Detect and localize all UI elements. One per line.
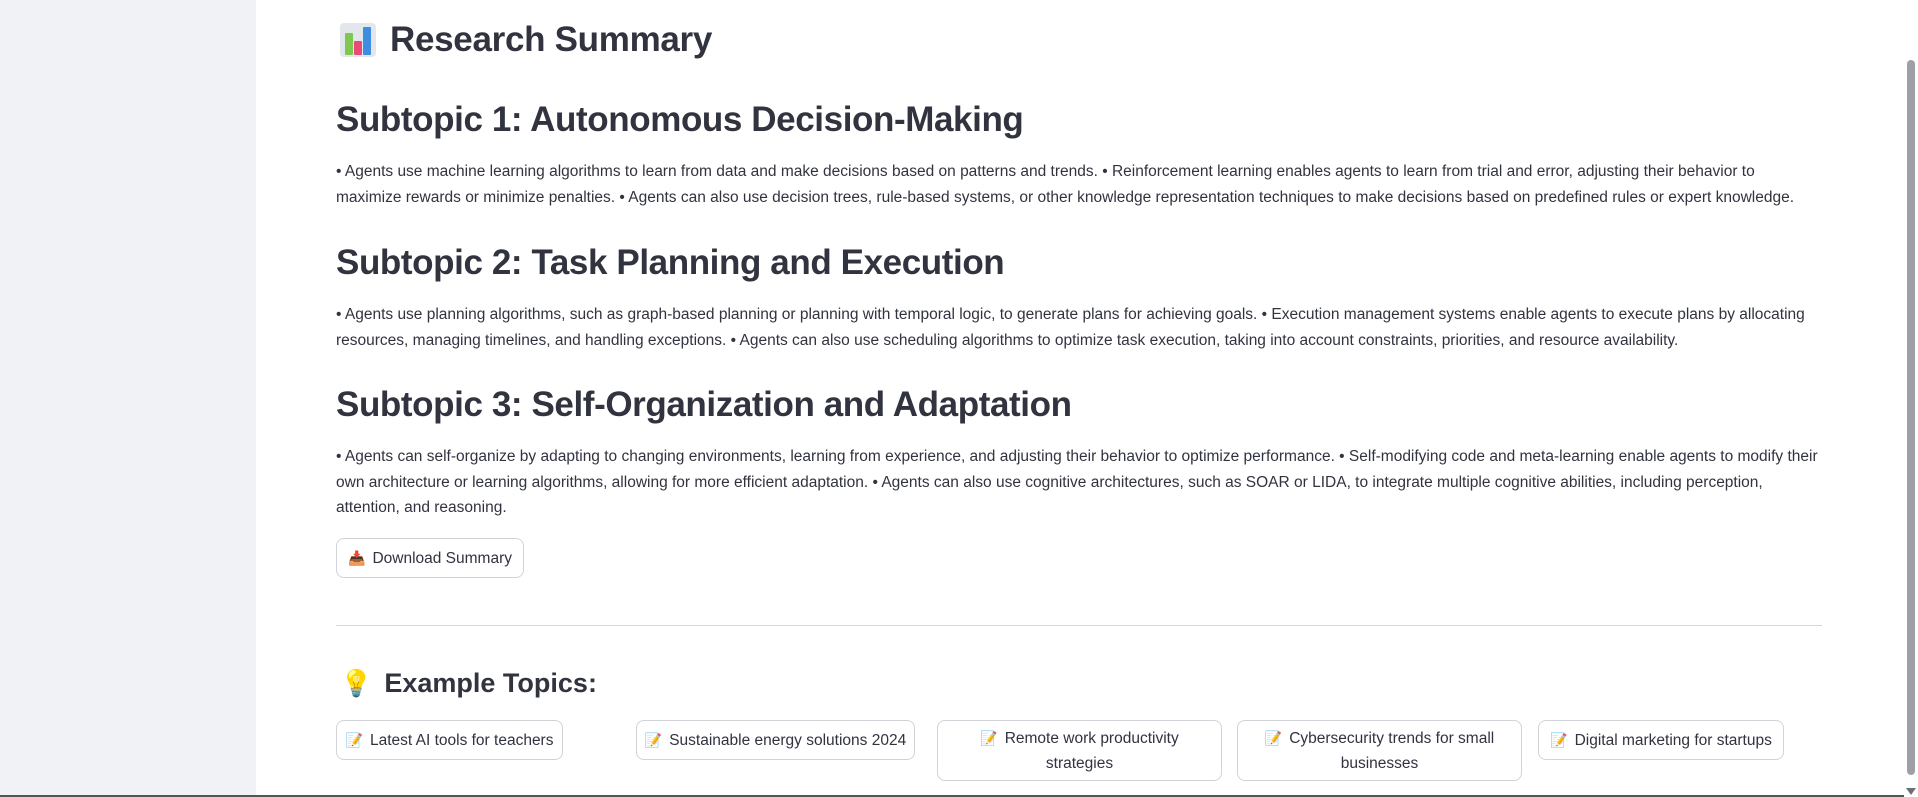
example-topic-label: Digital marketing for startups — [1574, 731, 1772, 749]
download-summary-label: Download Summary — [372, 549, 512, 567]
scrollbar-thumb[interactable] — [1907, 60, 1915, 775]
memo-icon: 📝 — [1264, 729, 1283, 746]
example-topic-label: Latest AI tools for teachers — [369, 731, 554, 749]
light-bulb-icon: 💡 — [340, 668, 373, 698]
scrollbar[interactable] — [1904, 0, 1918, 797]
page-header: Research Summary — [340, 20, 712, 60]
scroll-down-arrow-icon[interactable] — [1906, 788, 1916, 795]
subtopic-2-heading: Subtopic 2: Task Planning and Execution — [336, 243, 1005, 282]
subtopic-1-heading: Subtopic 1: Autonomous Decision-Making — [336, 100, 1024, 139]
page-title: Research Summary — [390, 20, 713, 59]
memo-icon: 📝 — [345, 731, 363, 748]
sidebar — [0, 0, 256, 797]
example-topic-label: Cybersecurity trends for small businesse… — [1289, 729, 1495, 772]
subtopic-3-heading: Subtopic 3: Self-Organization and Adapta… — [336, 385, 1072, 424]
example-topic-button[interactable]: 📝 Remote work productivity strategies — [937, 720, 1222, 781]
example-topic-button[interactable]: 📝 Digital marketing for startups — [1538, 720, 1784, 760]
bar-chart-icon — [340, 21, 378, 59]
example-topic-label: Sustainable energy solutions 2024 — [669, 731, 907, 749]
download-summary-button[interactable]: 📥 Download Summary — [336, 538, 524, 578]
example-topics-title: Example Topics: — [384, 668, 597, 698]
example-topics-header: 💡 Example Topics: — [340, 668, 597, 699]
memo-icon: 📝 — [1550, 731, 1568, 748]
subtopic-2-body: • Agents use planning algorithms, such a… — [336, 306, 1805, 349]
divider — [336, 625, 1822, 626]
memo-icon: 📝 — [644, 731, 663, 748]
example-topic-button[interactable]: 📝 Cybersecurity trends for small business… — [1237, 720, 1522, 781]
example-topic-button[interactable]: 📝 Sustainable energy solutions 2024 — [636, 720, 915, 760]
example-topic-button[interactable]: 📝 Latest AI tools for teachers — [336, 720, 563, 760]
example-topic-label: Remote work productivity strategies — [1004, 729, 1179, 772]
memo-icon: 📝 — [980, 729, 998, 746]
subtopic-3-body: • Agents can self-organize by adapting t… — [336, 448, 1818, 516]
subtopic-1-body: • Agents use machine learning algorithms… — [336, 163, 1795, 206]
inbox-tray-icon: 📥 — [348, 549, 366, 566]
